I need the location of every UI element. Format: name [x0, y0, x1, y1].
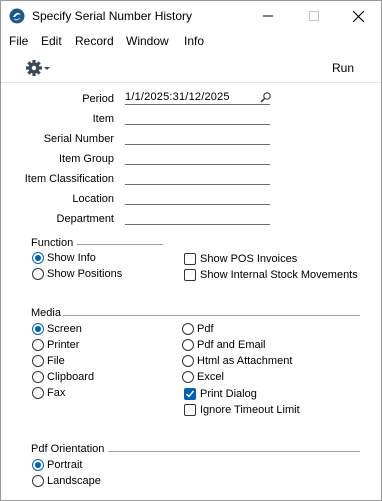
menu-record[interactable]: Record: [75, 34, 114, 48]
radio-indicator: [182, 323, 194, 335]
pdf-orientation-group-title: Pdf Orientation: [31, 443, 105, 455]
radio-clipboard[interactable]: Clipboard: [32, 370, 94, 384]
radio-excel[interactable]: Excel: [182, 370, 224, 384]
serial-number-label: Serial Number: [43, 133, 114, 145]
radio-show-positions[interactable]: Show Positions: [32, 267, 122, 281]
radio-indicator: [32, 323, 44, 335]
title-bar[interactable]: Specify Serial Number History: [1, 1, 381, 31]
radio-show-info[interactable]: Show Info: [32, 251, 96, 265]
checkbox-show-internal-stock-movements[interactable]: Show Internal Stock Movements: [184, 268, 358, 282]
function-group-divider: [77, 244, 163, 245]
radio-portrait[interactable]: Portrait: [32, 458, 82, 472]
gear-icon: [26, 60, 50, 76]
dialog-window: Specify Serial Number History File Edit …: [0, 0, 382, 501]
radio-label: Clipboard: [47, 371, 95, 383]
maximize-icon: [309, 11, 319, 21]
media-group-divider: [63, 315, 360, 316]
radio-label: Html as Attachment: [197, 355, 293, 367]
location-field[interactable]: [125, 191, 270, 205]
serial-number-field[interactable]: [125, 131, 270, 145]
radio-indicator: [32, 252, 44, 264]
gear-menu-button[interactable]: [25, 58, 55, 78]
radio-label: Pdf and Email: [197, 339, 266, 351]
item-label: Item: [92, 113, 114, 125]
item-group-label: Item Group: [58, 153, 114, 165]
form-area: Period 1/1/2025:31/12/2025 Item Serial N…: [1, 84, 381, 500]
department-field[interactable]: [125, 211, 270, 225]
paste-special-icon[interactable]: [260, 91, 272, 103]
radio-indicator: [32, 371, 44, 383]
close-icon: [352, 10, 364, 22]
radio-label: Printer: [47, 339, 80, 351]
radio-file[interactable]: File: [32, 354, 65, 368]
pdf-orientation-group-divider: [108, 451, 360, 452]
department-label: Department: [56, 213, 114, 225]
maximize-button[interactable]: [291, 1, 337, 31]
item-classification-field[interactable]: [125, 171, 270, 185]
period-label: Period: [82, 93, 114, 105]
radio-indicator: [32, 339, 44, 351]
location-label: Location: [72, 193, 114, 205]
radio-indicator: [32, 268, 44, 280]
radio-indicator: [32, 387, 44, 399]
checkbox-ignore-timeout-limit[interactable]: Ignore Timeout Limit: [184, 403, 300, 417]
period-value: 1/1/2025:31/12/2025: [125, 91, 230, 103]
app-logo-icon: [9, 8, 25, 24]
minimize-button[interactable]: [245, 1, 291, 31]
radio-indicator: [182, 355, 194, 367]
radio-indicator: [32, 459, 44, 471]
radio-indicator: [182, 339, 194, 351]
radio-label: Show Positions: [47, 268, 123, 280]
radio-html-as-attachment[interactable]: Html as Attachment: [182, 354, 292, 368]
radio-indicator: [182, 371, 194, 383]
checkmark-icon: [186, 390, 194, 398]
radio-pdf[interactable]: Pdf: [182, 322, 214, 336]
checkbox-indicator: [184, 253, 196, 265]
radio-label: Excel: [197, 371, 224, 383]
media-group-title: Media: [31, 307, 61, 319]
item-group-field[interactable]: [125, 151, 270, 165]
radio-indicator: [32, 475, 44, 487]
menu-window[interactable]: Window: [126, 34, 169, 48]
radio-fax[interactable]: Fax: [32, 386, 65, 400]
run-button[interactable]: Run: [332, 61, 354, 75]
radio-label: Portrait: [47, 459, 83, 471]
checkbox-label: Ignore Timeout Limit: [200, 404, 300, 416]
radio-screen[interactable]: Screen: [32, 322, 82, 336]
checkbox-label: Show Internal Stock Movements: [200, 269, 358, 281]
radio-label: File: [47, 355, 65, 367]
minimize-icon: [263, 15, 273, 17]
item-classification-label: Item Classification: [24, 173, 114, 185]
radio-pdf-and-email[interactable]: Pdf and Email: [182, 338, 265, 352]
radio-label: Landscape: [47, 475, 101, 487]
checkbox-indicator: [184, 269, 196, 281]
radio-printer[interactable]: Printer: [32, 338, 79, 352]
item-field[interactable]: [125, 111, 270, 125]
radio-landscape[interactable]: Landscape: [32, 474, 101, 488]
period-field[interactable]: 1/1/2025:31/12/2025: [125, 91, 272, 105]
toolbar: Run: [1, 53, 381, 83]
window-title: Specify Serial Number History: [32, 9, 193, 23]
menu-file[interactable]: File: [9, 34, 28, 48]
menu-info[interactable]: Info: [184, 34, 204, 48]
checkbox-label: Print Dialog: [200, 388, 257, 400]
checkbox-print-dialog[interactable]: Print Dialog: [184, 387, 257, 401]
close-button[interactable]: [335, 1, 381, 31]
menu-bar: File Edit Record Window Info: [1, 31, 381, 52]
checkbox-show-pos-invoices[interactable]: Show POS Invoices: [184, 252, 297, 266]
function-group-title: Function: [31, 237, 74, 249]
radio-label: Pdf: [197, 323, 214, 335]
menu-edit[interactable]: Edit: [41, 34, 62, 48]
checkbox-indicator: [184, 388, 196, 400]
radio-label: Screen: [47, 323, 82, 335]
radio-indicator: [32, 355, 44, 367]
checkbox-indicator: [184, 404, 196, 416]
radio-label: Show Info: [47, 252, 96, 264]
radio-label: Fax: [47, 387, 66, 399]
checkbox-label: Show POS Invoices: [200, 253, 298, 265]
